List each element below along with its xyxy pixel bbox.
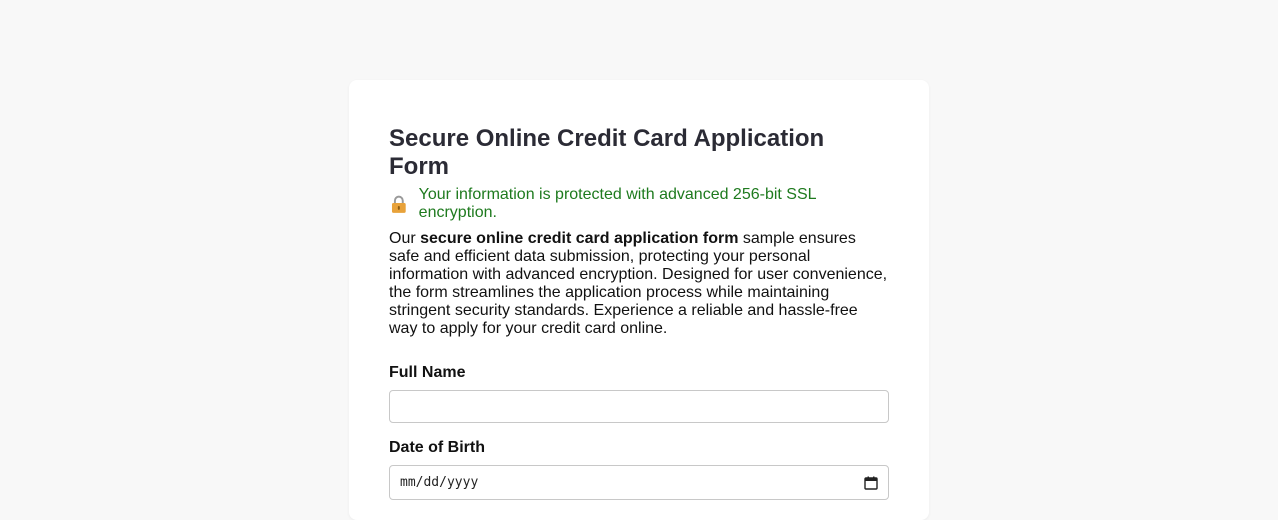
calendar-icon[interactable] <box>864 476 878 490</box>
description-prefix: Our <box>389 230 421 247</box>
dob-input[interactable]: mm/dd/yyyy <box>389 465 889 500</box>
description-bold: secure online credit card application fo… <box>420 230 739 247</box>
full-name-input[interactable] <box>389 390 889 423</box>
page-title: Secure Online Credit Card Application Fo… <box>389 125 825 180</box>
security-notice: Your information is protected with advan… <box>389 186 889 221</box>
form-description: Our secure online credit card applicatio… <box>389 230 889 338</box>
dob-placeholder: mm/dd/yyyy <box>400 475 479 490</box>
lock-icon <box>391 195 406 213</box>
dob-label: Date of Birth <box>389 439 485 456</box>
form-container: Secure Online Credit Card Application Fo… <box>389 125 889 500</box>
application-card: Secure Online Credit Card Application Fo… <box>349 80 929 520</box>
full-name-label: Full Name <box>389 364 466 381</box>
security-notice-text: Your information is protected with advan… <box>418 186 816 221</box>
